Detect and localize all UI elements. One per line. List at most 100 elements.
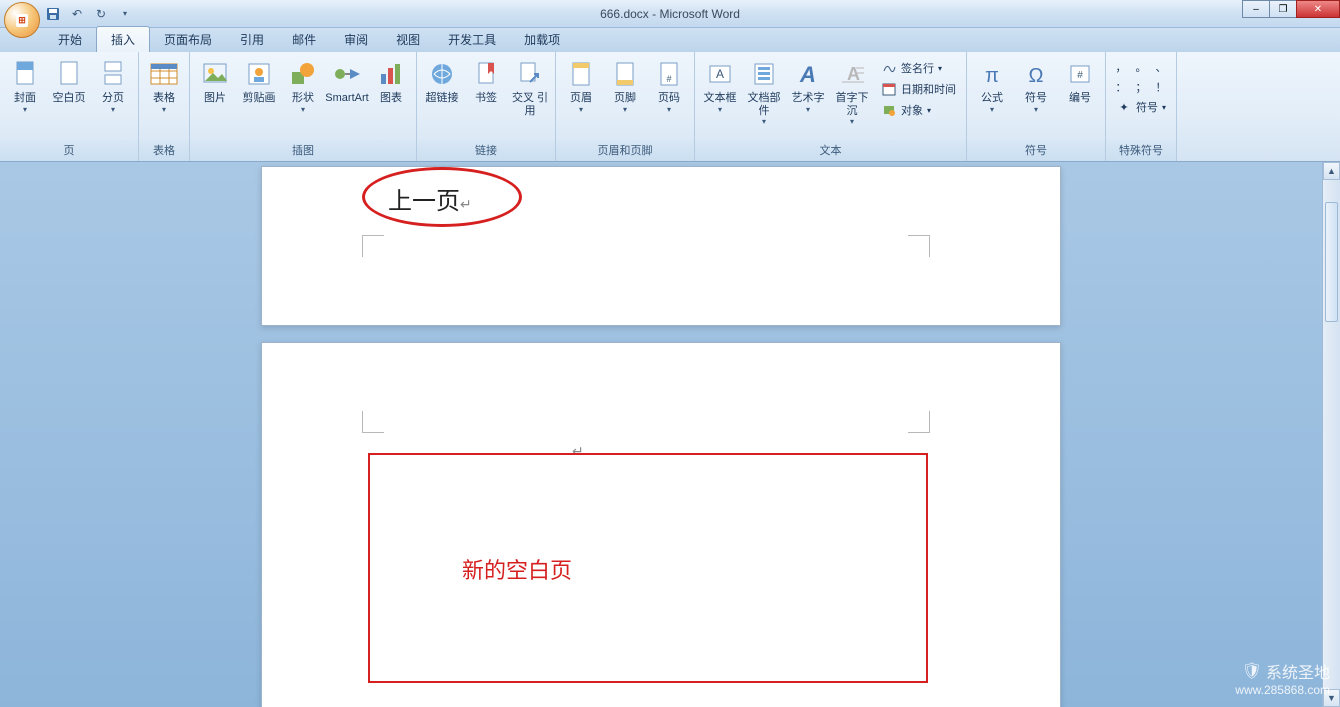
- number-label: 编号: [1069, 92, 1091, 105]
- chevron-down-icon: ▾: [23, 105, 27, 114]
- signature-icon: [881, 60, 897, 76]
- blank-icon: [53, 58, 85, 90]
- ribbon-group-表格: 表格▾表格: [139, 52, 190, 161]
- minimize-button[interactable]: –: [1242, 0, 1270, 18]
- cover-button[interactable]: 封面▾: [4, 56, 46, 116]
- equation-button[interactable]: π公式▾: [971, 56, 1013, 116]
- object-icon: [881, 102, 897, 118]
- redo-icon[interactable]: ↻: [92, 5, 110, 23]
- symbol-label: 符号: [1025, 92, 1047, 105]
- tab-插入[interactable]: 插入: [96, 26, 150, 52]
- tab-页面布局[interactable]: 页面布局: [150, 27, 226, 52]
- punct-excl[interactable]: ！: [1152, 78, 1170, 96]
- punct-semi[interactable]: ；: [1132, 78, 1150, 96]
- pagebreak-button[interactable]: 分页▾: [92, 56, 134, 116]
- tab-审阅[interactable]: 审阅: [330, 27, 382, 52]
- more-symbols-button[interactable]: ✦符号▾: [1112, 97, 1170, 117]
- margin-mark: [362, 235, 384, 257]
- punct-comma[interactable]: ，: [1112, 58, 1130, 76]
- chevron-down-icon: ▾: [162, 105, 166, 114]
- page2-text: 新的空白页: [462, 553, 572, 585]
- crossref-icon: [514, 58, 546, 90]
- wordart-label: 艺术字: [792, 92, 825, 105]
- dropcap-button[interactable]: A 首字下沉▾: [831, 56, 873, 128]
- tab-开发工具[interactable]: 开发工具: [434, 27, 510, 52]
- group-label: 文本: [695, 140, 966, 161]
- shapes-label: 形状: [292, 92, 314, 105]
- maximize-button[interactable]: ❐: [1269, 0, 1297, 18]
- textbox-label: 文本框: [704, 92, 737, 105]
- smartart-button[interactable]: SmartArt: [326, 56, 368, 107]
- undo-icon[interactable]: ↶: [68, 5, 86, 23]
- punct-period[interactable]: 。: [1132, 58, 1150, 76]
- svg-text:A: A: [799, 62, 816, 87]
- svg-text:A: A: [847, 64, 860, 84]
- number-button[interactable]: #编号: [1059, 56, 1101, 107]
- footer-button[interactable]: 页脚▾: [604, 56, 646, 116]
- tab-开始[interactable]: 开始: [44, 27, 96, 52]
- chevron-down-icon: ▾: [667, 105, 671, 114]
- scroll-thumb[interactable]: [1325, 202, 1338, 322]
- equation-icon: π: [976, 58, 1008, 90]
- picture-label: 图片: [204, 92, 226, 105]
- office-button[interactable]: ⊞: [4, 2, 40, 38]
- textbox-button[interactable]: A文本框▾: [699, 56, 741, 116]
- group-label: 页: [0, 140, 138, 161]
- document-page-2[interactable]: ↵ 新的空白页: [261, 342, 1061, 707]
- clipart-icon: [243, 58, 275, 90]
- footer-label: 页脚: [614, 92, 636, 105]
- window-title: 666.docx - Microsoft Word: [600, 7, 740, 21]
- signature-button[interactable]: 签名行 ▾: [877, 58, 960, 78]
- datetime-icon: [881, 81, 897, 97]
- group-label: 页眉和页脚: [556, 140, 694, 161]
- tab-加载项[interactable]: 加载项: [510, 27, 574, 52]
- paragraph-mark-icon: ↵: [460, 196, 472, 212]
- tab-视图[interactable]: 视图: [382, 27, 434, 52]
- quickparts-button[interactable]: 文档部件▾: [743, 56, 785, 128]
- crossref-button[interactable]: 交叉 引用: [509, 56, 551, 119]
- table-button[interactable]: 表格▾: [143, 56, 185, 116]
- chart-button[interactable]: 图表: [370, 56, 412, 107]
- document-page-1[interactable]: 上一页↵: [261, 166, 1061, 326]
- vertical-scrollbar[interactable]: ▲ ▼: [1322, 162, 1340, 707]
- group-label: 特殊符号: [1106, 140, 1176, 161]
- scroll-up-button[interactable]: ▲: [1323, 162, 1340, 180]
- title-bar: ⊞ ↶ ↻ ▾ 666.docx - Microsoft Word – ❐ ✕: [0, 0, 1340, 28]
- tab-邮件[interactable]: 邮件: [278, 27, 330, 52]
- hyperlink-button[interactable]: 超链接: [421, 56, 463, 107]
- group-label: 符号: [967, 140, 1105, 161]
- tab-引用[interactable]: 引用: [226, 27, 278, 52]
- svg-text:Ω: Ω: [1029, 65, 1044, 87]
- chevron-down-icon: ▾: [850, 117, 854, 126]
- annotation-box: [368, 453, 928, 683]
- document-area[interactable]: 上一页↵ ↵ 新的空白页: [0, 162, 1322, 707]
- bookmark-button[interactable]: 书签: [465, 56, 507, 107]
- picture-button[interactable]: 图片: [194, 56, 236, 107]
- qat-dropdown-icon[interactable]: ▾: [116, 5, 134, 23]
- pagebreak-icon: [97, 58, 129, 90]
- symbol-button[interactable]: Ω 符号▾: [1015, 56, 1057, 116]
- chevron-down-icon: ▾: [1034, 105, 1038, 114]
- dropcap-label: 首字下沉: [833, 92, 871, 117]
- wordart-button[interactable]: A艺术字▾: [787, 56, 829, 116]
- chart-label: 图表: [380, 92, 402, 105]
- punct-sep[interactable]: 、: [1152, 58, 1170, 76]
- window-controls: – ❐ ✕: [1243, 0, 1340, 18]
- star-icon: ✦: [1116, 99, 1132, 115]
- ribbon-group-符号: π公式▾Ω符号▾#编号符号: [967, 52, 1106, 161]
- blank-button[interactable]: 空白页: [48, 56, 90, 107]
- clipart-button[interactable]: 剪贴画: [238, 56, 280, 107]
- pagenum-button[interactable]: #页码▾: [648, 56, 690, 116]
- shield-icon: 🛡: [1242, 661, 1262, 681]
- shapes-button[interactable]: 形状▾: [282, 56, 324, 116]
- close-button[interactable]: ✕: [1296, 0, 1340, 18]
- object-button[interactable]: 对象 ▾: [877, 100, 960, 120]
- ribbon-group-链接: 超链接书签交叉 引用链接: [417, 52, 556, 161]
- save-icon[interactable]: [44, 5, 62, 23]
- cover-label: 封面: [14, 92, 36, 105]
- datetime-button[interactable]: 日期和时间: [877, 79, 960, 99]
- chevron-down-icon: ▾: [718, 105, 722, 114]
- punct-colon[interactable]: ：: [1112, 78, 1130, 96]
- smartart-label: SmartArt: [325, 92, 368, 105]
- header-button[interactable]: 页眉▾: [560, 56, 602, 116]
